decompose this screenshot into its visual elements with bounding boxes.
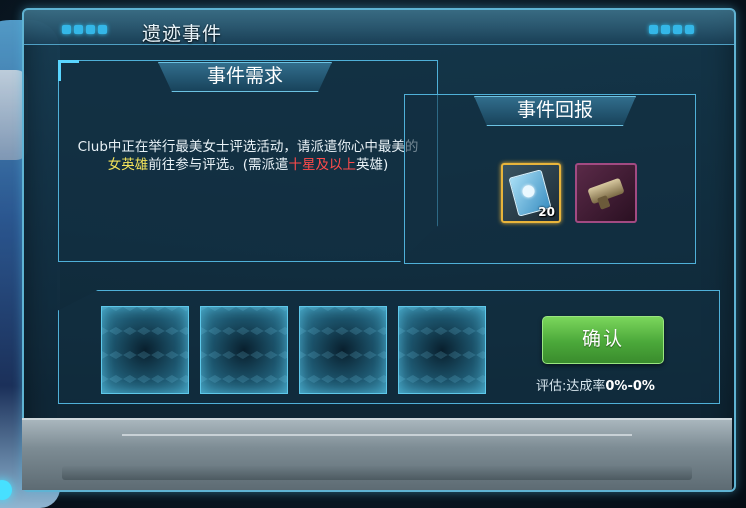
evaluation-value: 0%-0% (605, 379, 655, 394)
hero-slot-1[interactable] (101, 306, 189, 394)
evaluation-text: 评估:达成率0%-0% (536, 375, 655, 394)
window-header: 遗迹事件 (24, 10, 734, 45)
requirement-text-part3: 英雄) (356, 157, 389, 173)
hero-slot-2[interactable] (200, 306, 288, 394)
reward-item-weapon[interactable] (575, 163, 637, 223)
reward-item-hero-card[interactable]: 20 (501, 163, 561, 223)
hero-slot-4[interactable] (398, 306, 486, 394)
hero-slot-3[interactable] (299, 306, 387, 394)
requirement-text-part1: Club中正在举行最美女士评选活动，请派遣你心中最美的 (77, 139, 419, 155)
panel-corner-accent (58, 60, 79, 81)
reward-title: 事件回报 (474, 96, 636, 126)
evaluation-label: 评估:达成率 (536, 379, 606, 394)
header-dots-right (649, 25, 694, 34)
requirement-text-part2: 前往参与评选。(需派遣 (148, 157, 289, 173)
window-title: 遗迹事件 (142, 23, 223, 45)
confirm-button[interactable]: 确认 (542, 316, 664, 364)
weapon-icon (587, 177, 625, 205)
header-dots-left (62, 25, 107, 34)
requirement-text: Club中正在举行最美女士评选活动，请派遣你心中最美的女英雄前往参与评选。(需派… (74, 138, 422, 174)
requirement-highlight-star: 十星及以上 (288, 157, 357, 173)
footer-metal-bar (22, 418, 732, 490)
requirement-title: 事件需求 (158, 62, 332, 92)
requirement-highlight-gender: 女英雄 (107, 157, 149, 173)
reward-count: 20 (538, 205, 555, 219)
